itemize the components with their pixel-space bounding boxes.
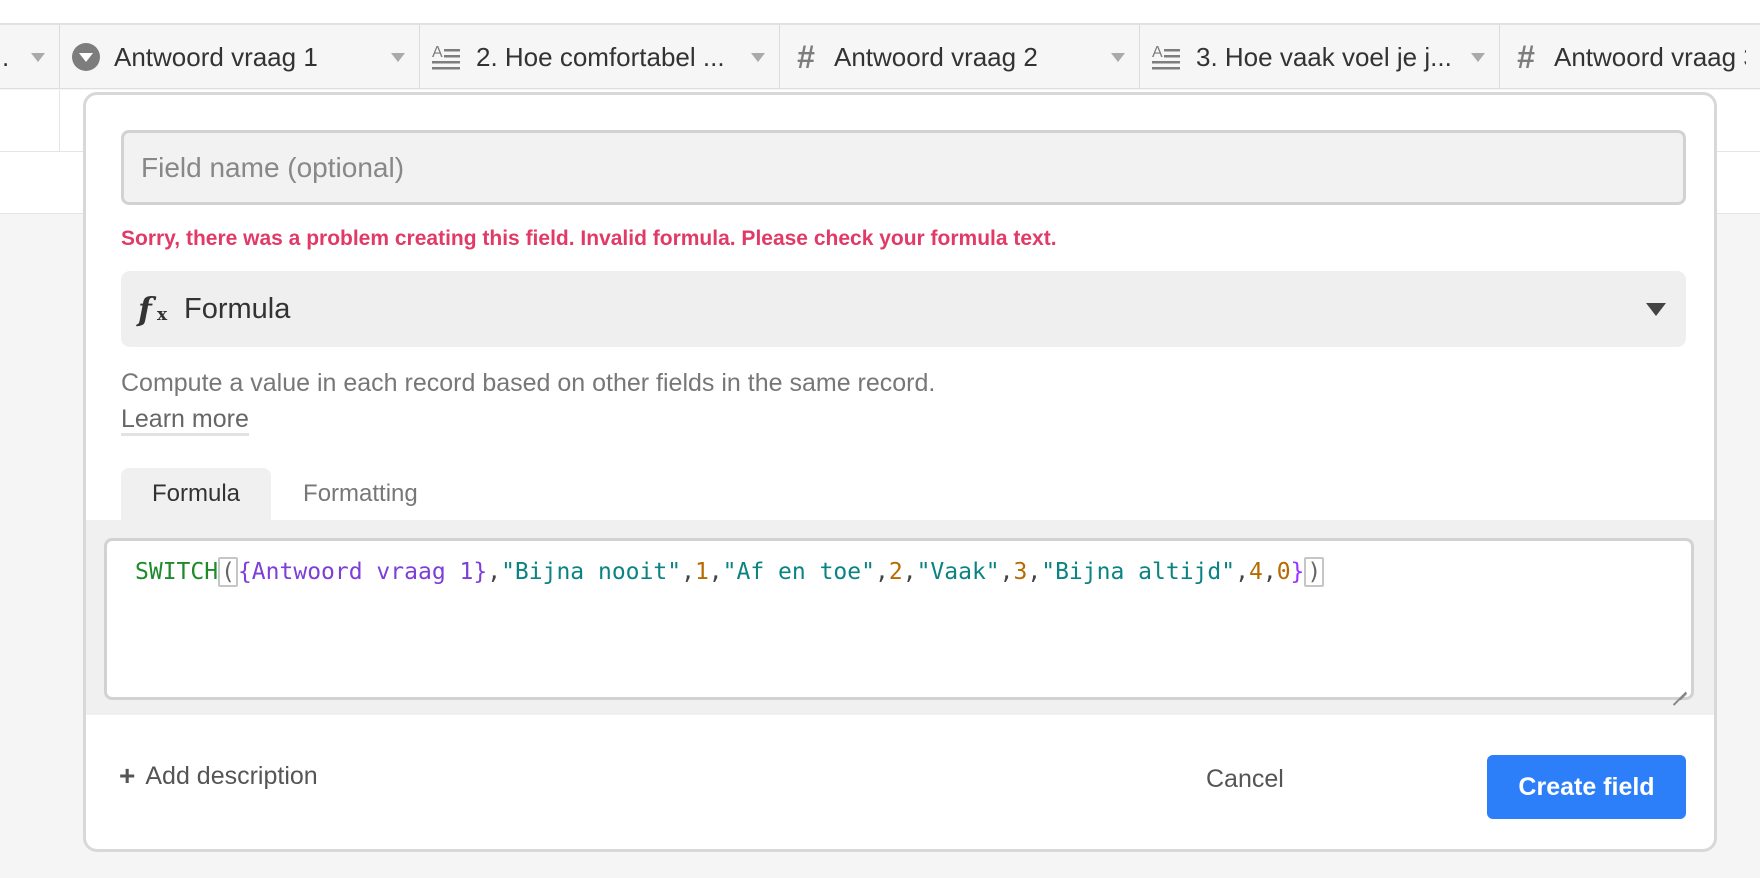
formula-editor-panel: SWITCH({Antwoord vraag 1},"Bijna nooit",…: [86, 520, 1714, 715]
number-hash-icon: #: [1517, 39, 1535, 75]
chevron-down-icon[interactable]: [1111, 52, 1125, 62]
create-field-button[interactable]: Create field: [1487, 755, 1686, 819]
field-type-description: Compute a value in each record based on …: [121, 365, 941, 437]
chevron-down-icon[interactable]: [1471, 52, 1485, 62]
chevron-down-icon[interactable]: [751, 52, 765, 62]
long-text-icon: A: [1152, 44, 1180, 70]
chevron-down-icon[interactable]: [31, 52, 45, 62]
row-divider: [59, 90, 60, 152]
create-field-dialog: Sorry, there was a problem creating this…: [83, 92, 1717, 852]
formula-string: "Af en toe": [722, 559, 875, 585]
description-text: Compute a value in each record based on …: [121, 369, 936, 397]
formula-paren-open: (: [218, 557, 238, 587]
number-hash-icon: #: [797, 39, 815, 75]
chevron-down-icon[interactable]: [1646, 302, 1666, 316]
add-description-button[interactable]: + Add description: [119, 760, 318, 792]
tab-formula[interactable]: Formula: [121, 468, 272, 520]
column-header-0[interactable]: .: [0, 25, 60, 89]
column-header-antwoord-vraag-3[interactable]: # Antwoord vraag 3: [1500, 25, 1760, 89]
column-header-label: 2. Hoe comfortabel ...: [476, 41, 725, 72]
formula-paren-close: ): [1304, 557, 1325, 587]
field-name-input[interactable]: [121, 130, 1686, 205]
column-header-hoe-comfortabel[interactable]: A 2. Hoe comfortabel ...: [420, 25, 780, 89]
chevron-down-icon[interactable]: [391, 52, 405, 62]
formula-field-ref: {Antwoord vraag 1}: [237, 559, 488, 585]
formula-string: "Bijna altijd": [1041, 559, 1236, 585]
formula-number: 4: [1248, 559, 1263, 585]
single-select-icon: [72, 43, 100, 71]
formula-number: 2: [888, 559, 903, 585]
learn-more-link[interactable]: Learn more: [121, 405, 249, 436]
svg-text:A: A: [432, 44, 443, 61]
formula-editor[interactable]: SWITCH({Antwoord vraag 1},"Bijna nooit",…: [104, 538, 1694, 700]
formula-tabs: Formula Formatting: [121, 468, 450, 520]
formula-function: SWITCH: [135, 559, 219, 585]
column-header-hoe-vaak[interactable]: A 3. Hoe vaak voel je j...: [1140, 25, 1500, 89]
formula-string: "Bijna nooit": [501, 559, 682, 585]
column-header-label: Antwoord vraag 3: [1554, 41, 1746, 72]
resize-handle-icon[interactable]: [1673, 679, 1687, 693]
long-text-icon: A: [432, 44, 460, 70]
add-description-label: Add description: [145, 761, 318, 790]
tab-formatting[interactable]: Formatting: [271, 468, 450, 520]
field-type-select[interactable]: fx Formula: [121, 271, 1686, 347]
cancel-button[interactable]: Cancel: [1206, 765, 1284, 794]
formula-default: 0: [1276, 559, 1291, 585]
column-header-antwoord-vraag-2[interactable]: # Antwoord vraag 2: [780, 25, 1140, 89]
column-header-label: Antwoord vraag 1: [114, 41, 318, 72]
column-header-row: . Antwoord vraag 1 A 2. Hoe comfortabel …: [0, 25, 1760, 89]
svg-text:A: A: [1152, 44, 1163, 61]
column-header-label: 3. Hoe vaak voel je j...: [1196, 41, 1452, 72]
formula-string: "Vaak": [916, 559, 1000, 585]
field-type-label: Formula: [184, 292, 291, 325]
toolbar-strip: [0, 0, 1760, 25]
column-header-label: .: [2, 41, 10, 72]
plus-icon: +: [119, 760, 136, 791]
error-message: Sorry, there was a problem creating this…: [121, 227, 1057, 250]
formula-number: 3: [1013, 559, 1028, 585]
column-header-label: Antwoord vraag 2: [834, 41, 1038, 72]
formula-fx-icon: fx: [138, 290, 168, 328]
formula-number: 1: [694, 559, 709, 585]
column-header-antwoord-vraag-1[interactable]: Antwoord vraag 1: [60, 25, 420, 89]
